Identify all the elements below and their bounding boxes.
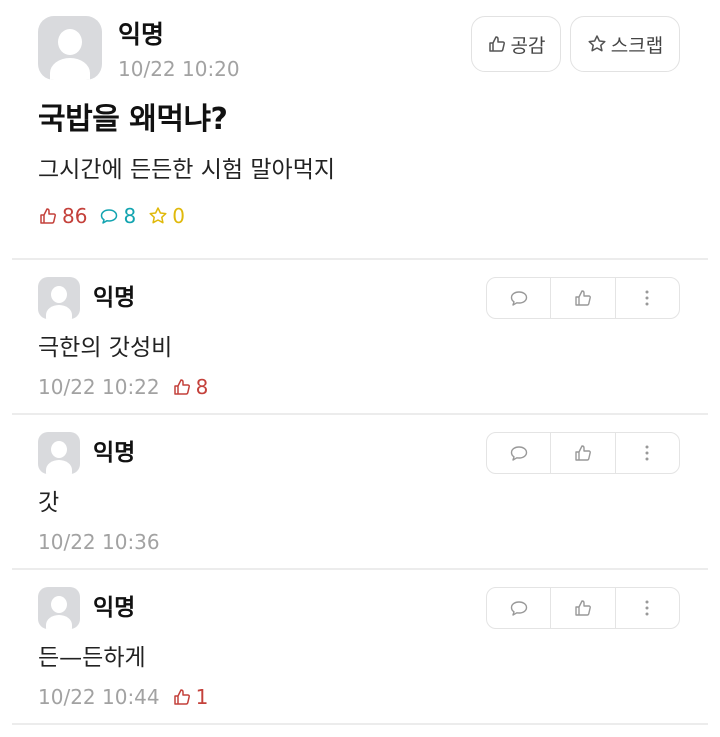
comment-item: 익명 극한의 갓성비 10/22 10:22 8: [0, 260, 720, 414]
author-avatar: [38, 16, 102, 80]
thumbs-up-icon: [488, 36, 505, 52]
thumbs-up-icon: [575, 445, 591, 461]
scrap-button[interactable]: 스크랩: [570, 16, 680, 72]
comment-text: 극한의 갓성비: [38, 335, 173, 361]
divider: [12, 723, 708, 725]
comment-author: 익명: [93, 595, 136, 621]
speech-bubble-icon: [510, 601, 527, 616]
like-button[interactable]: 공감: [471, 16, 561, 72]
speech-bubble-icon: [510, 291, 527, 306]
comment-like-count: 1: [172, 684, 208, 710]
like-button-label: 공감: [510, 34, 546, 57]
scrap-count: 0: [148, 203, 185, 229]
comment-meta: 10/22 10:44 1: [38, 684, 208, 710]
more-button[interactable]: [614, 588, 679, 628]
comment-actions: [486, 432, 680, 474]
speech-bubble-icon: [101, 209, 118, 224]
comment-avatar: [38, 432, 80, 474]
post-author: 익명: [118, 20, 165, 49]
reply-button[interactable]: [487, 588, 550, 628]
comment-text: 갓: [38, 490, 60, 516]
comment-author: 익명: [93, 440, 136, 466]
comment-like-count: 8: [172, 374, 208, 400]
comment-timestamp: 10/22 10:44: [38, 685, 160, 709]
comment-timestamp: 10/22 10:22: [38, 375, 160, 399]
more-vertical-icon: [645, 290, 649, 306]
comment-like-button[interactable]: [550, 588, 614, 628]
more-button[interactable]: [614, 433, 679, 473]
star-icon: [149, 207, 167, 224]
post-timestamp: 10/22 10:20: [118, 57, 240, 81]
thumbs-up-icon: [575, 600, 591, 616]
comment-actions: [486, 277, 680, 319]
comment-avatar: [38, 277, 80, 319]
comment-avatar: [38, 587, 80, 629]
thumbs-up-icon: [173, 379, 190, 395]
comment-actions: [486, 587, 680, 629]
more-button[interactable]: [614, 278, 679, 318]
comment-text: 든—든하게: [38, 645, 146, 671]
star-icon: [588, 35, 606, 52]
comment-meta: 10/22 10:36: [38, 529, 172, 555]
comment-meta: 10/22 10:22 8: [38, 374, 208, 400]
post: 익명 10/22 10:20 공감 스크랩 국밥을 왜먹냐? 그시간에 든든한 …: [0, 0, 720, 258]
comment-author: 익명: [93, 285, 136, 311]
scrap-button-label: 스크랩: [610, 34, 664, 57]
comment-count: 8: [99, 203, 136, 229]
post-title: 국밥을 왜먹냐?: [38, 102, 228, 137]
comment-like-button[interactable]: [550, 433, 614, 473]
comment-like-button[interactable]: [550, 278, 614, 318]
like-count: 86: [38, 203, 87, 229]
thumbs-up-icon: [40, 208, 56, 224]
thumbs-up-icon: [575, 290, 591, 306]
reply-button[interactable]: [487, 433, 550, 473]
comment-item: 익명 든—든하게 10/22 10:44 1: [0, 570, 720, 724]
comment-item: 익명 갓 10/22 10:36: [0, 415, 720, 569]
speech-bubble-icon: [510, 446, 527, 461]
reply-button[interactable]: [487, 278, 550, 318]
more-vertical-icon: [645, 445, 649, 461]
thumbs-up-icon: [173, 689, 190, 705]
comment-timestamp: 10/22 10:36: [38, 530, 160, 554]
more-vertical-icon: [645, 600, 649, 616]
post-body: 그시간에 든든한 시험 말아먹지: [38, 157, 336, 183]
post-stats: 86 8 0: [38, 203, 197, 229]
